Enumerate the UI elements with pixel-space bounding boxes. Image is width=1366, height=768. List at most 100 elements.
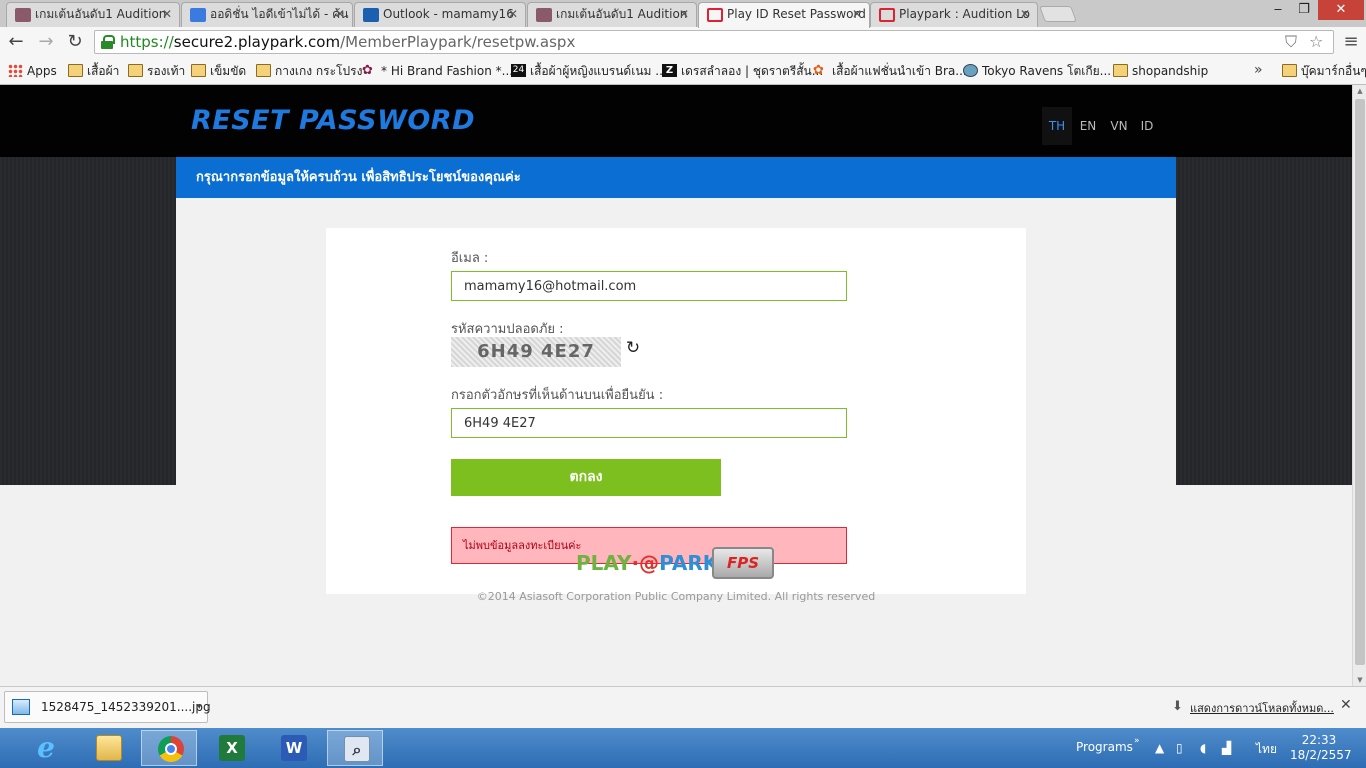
download-file-name: 1528475_1452339201....jpg — [41, 700, 211, 714]
submit-button[interactable]: ตกลง — [451, 459, 721, 496]
bookmark-link[interactable]: ✿ * Hi Brand Fashion *... — [362, 62, 513, 80]
taskbar-excel[interactable]: X — [203, 730, 259, 766]
captcha-image: 6H49 4E27 — [451, 337, 621, 367]
taskbar-chrome[interactable] — [141, 730, 197, 766]
close-icon[interactable]: ✕ — [508, 3, 518, 26]
star-icon[interactable]: ☆ — [1309, 32, 1323, 51]
playpark-favicon-icon — [879, 8, 895, 22]
refresh-captcha-icon[interactable]: ↻ — [623, 338, 643, 358]
avatar-favicon-icon — [536, 8, 552, 22]
taskbar-photo-viewer[interactable]: ⌕ — [327, 730, 383, 766]
bookmark-folder[interactable]: เข็มขัด — [191, 62, 246, 80]
close-icon[interactable]: ✕ — [1020, 3, 1030, 26]
window-close-icon[interactable]: ✕ — [1318, 0, 1364, 20]
new-tab-button[interactable] — [1039, 6, 1077, 22]
close-icon[interactable]: ✕ — [679, 3, 689, 26]
excel-icon: X — [219, 735, 245, 761]
shield-icon[interactable]: ⛉ — [1285, 32, 1297, 52]
captcha-input[interactable] — [451, 408, 847, 438]
bookmark-apps[interactable]: Apps — [8, 62, 57, 80]
vertical-scrollbar[interactable]: ▲ ▼ — [1352, 85, 1366, 686]
taskbar-word[interactable]: W — [265, 730, 321, 766]
browser-tab-active[interactable]: Play ID Reset Password ✕ — [698, 2, 870, 28]
bookmark-folder[interactable]: เสื้อผ้า — [68, 62, 119, 80]
taskbar-ie[interactable]: e — [17, 730, 73, 766]
site-z-icon: Z — [662, 64, 677, 77]
content-container: กรุณากรอกข้อมูลให้ครบถ้วน เพื่อสิทธิประโ… — [176, 157, 1176, 686]
windows-taskbar: e X W ⌕ Programs » ▲ ▯ ◖ ▟ ไทย 22:33 18/… — [0, 728, 1366, 768]
email-field[interactable] — [451, 271, 847, 301]
email-label: อีเมล : — [451, 251, 489, 266]
flower-icon: ✿ — [362, 63, 373, 78]
chevron-double-icon[interactable]: » — [1134, 736, 1140, 746]
captcha-confirm-label: กรอกตัวอักษรที่เห็นด้านบนเพื่อยืนยัน : — [451, 388, 664, 403]
volume-icon[interactable]: ◖ — [1200, 741, 1206, 755]
bookmark-link[interactable]: ✿ เสื้อผ้าแฟชั่นนำเข้า Bra... — [813, 62, 967, 80]
bookmark-folder[interactable]: รองเท้า — [128, 62, 185, 80]
folder-icon — [191, 64, 206, 77]
scroll-down-icon[interactable]: ▼ — [1353, 674, 1366, 686]
folder-icon — [128, 64, 143, 77]
download-item[interactable]: 1528475_1452339201....jpg ▾ — [4, 691, 211, 723]
browser-tab[interactable]: Outlook - mamamy16 ✕ — [354, 2, 526, 27]
close-icon[interactable]: ✕ — [852, 3, 862, 26]
back-icon[interactable]: ← — [4, 30, 28, 54]
other-bookmarks-folder[interactable]: บุ๊คมาร์กอื่นๆ — [1282, 62, 1366, 80]
show-all-downloads-link[interactable]: แสดงการดาวน์โหลดทั้งหมด... — [1190, 699, 1334, 717]
network-icon[interactable]: ▟ — [1222, 741, 1231, 755]
tab-title: เกมเต้นอันดับ1 Audition — [556, 7, 688, 21]
bookmark-link[interactable]: Tokyo Ravens โตเกีย... — [963, 62, 1111, 80]
restore-icon[interactable]: ❐ — [1292, 0, 1316, 20]
minimize-icon[interactable]: ‒ — [1266, 0, 1290, 20]
file-explorer-icon — [96, 735, 122, 761]
close-download-shelf-icon[interactable]: ✕ — [1340, 697, 1352, 713]
hamburger-menu-icon[interactable]: ≡ — [1340, 30, 1362, 54]
globe-icon — [963, 64, 978, 77]
forward-icon[interactable]: → — [34, 30, 58, 54]
download-shelf: 1528475_1452339201....jpg ▾ ⬇ แสดงการดาว… — [0, 686, 1366, 728]
instruction-banner: กรุณากรอกข้อมูลให้ครบถ้วน เพื่อสิทธิประโ… — [176, 157, 1176, 198]
battery-icon[interactable]: ▯ — [1176, 741, 1183, 755]
folder-icon — [68, 64, 83, 77]
lang-th-button[interactable]: TH — [1042, 107, 1072, 145]
bookmarks-overflow-button[interactable]: » — [1254, 62, 1263, 78]
programs-toolbar[interactable]: Programs — [1076, 740, 1133, 754]
lang-vn-button[interactable]: VN — [1104, 107, 1134, 145]
input-language[interactable]: ไทย — [1256, 740, 1277, 759]
url-text[interactable]: https://secure2.playpark.com/MemberPlayp… — [120, 31, 575, 53]
playpark-logo[interactable]: PLAY·@PARK — [576, 547, 718, 579]
scroll-up-icon[interactable]: ▲ — [1353, 85, 1366, 97]
browser-tab[interactable]: เกมเต้นอันดับ1 Audition ✕ — [6, 2, 180, 27]
show-hidden-icons-icon[interactable]: ▲ — [1155, 741, 1164, 755]
playfps-logo[interactable]: FPS — [712, 547, 774, 579]
bookmark-link[interactable]: Z เดรสลำลอง | ชุดราตรีสั้น... — [662, 62, 823, 80]
bookmark-link[interactable]: 24 เสื้อผ้าผู้หญิงแบรนด์เนม ... — [511, 62, 667, 80]
copyright-text: ©2014 Asiasoft Corporation Public Compan… — [476, 590, 876, 603]
close-icon[interactable]: ✕ — [162, 3, 172, 26]
site-header: RESET PASSWORD TH EN VN ID — [0, 85, 1352, 157]
system-clock[interactable]: 22:33 18/2/2557 — [1290, 733, 1352, 763]
browser-tab[interactable]: เกมเต้นอันดับ1 Audition ✕ — [527, 2, 697, 27]
lang-en-button[interactable]: EN — [1073, 107, 1103, 145]
scroll-thumb[interactable] — [1355, 99, 1365, 665]
reset-password-form: อีเมล : รหัสความปลอดภัย : 6H49 4E27 ↻ กร… — [326, 228, 1026, 594]
close-icon[interactable]: ✕ — [335, 3, 345, 26]
bookmark-folder[interactable]: shopandship — [1113, 62, 1208, 80]
chevron-down-icon[interactable]: ▾ — [197, 692, 202, 722]
download-arrow-icon: ⬇ — [1172, 699, 1183, 714]
tab-title: ออดิชั่น ไอดีเข้าไม่ได้ - ค้น — [210, 7, 349, 21]
reload-icon[interactable]: ↻ — [63, 30, 87, 54]
chrome-icon — [158, 736, 184, 762]
google-favicon-icon — [190, 8, 206, 22]
browser-tab[interactable]: Playpark : Audition Lo ✕ — [870, 2, 1038, 27]
browser-toolbar: ← → ↻ https://secure2.playpark.com/Membe… — [0, 27, 1366, 58]
address-bar[interactable]: https://secure2.playpark.com/MemberPlayp… — [94, 30, 1334, 54]
taskbar-explorer[interactable] — [80, 730, 136, 766]
clock-time: 22:33 — [1301, 733, 1337, 747]
apps-icon — [8, 64, 23, 77]
playpark-favicon-icon — [707, 8, 723, 22]
bookmark-folder[interactable]: กางเกง กระโปรง — [256, 62, 362, 80]
browser-tab[interactable]: ออดิชั่น ไอดีเข้าไม่ได้ - ค้น ✕ — [181, 2, 353, 27]
photo-viewer-icon: ⌕ — [344, 736, 370, 762]
lang-id-button[interactable]: ID — [1132, 107, 1162, 145]
